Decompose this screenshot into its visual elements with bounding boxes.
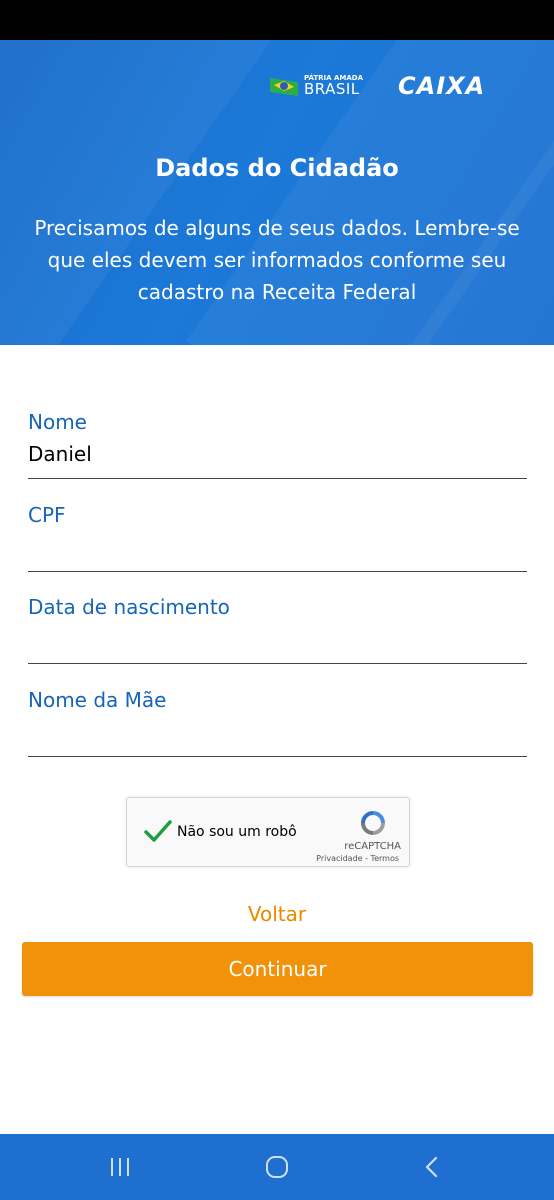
status-bar [0, 0, 554, 40]
home-icon [266, 1156, 288, 1178]
back-icon [425, 1156, 438, 1178]
recaptcha-logo-icon [361, 811, 385, 835]
back-link[interactable]: Voltar [0, 902, 554, 926]
mother-name-field[interactable]: Nome da Mãe [28, 688, 527, 758]
birth-date-field[interactable]: Data de nascimento [28, 595, 527, 665]
system-navigation-bar [0, 1134, 554, 1200]
name-field-value[interactable]: Daniel [28, 442, 92, 466]
caixa-logo: CAIXA [398, 72, 486, 100]
page-title: Dados do Cidadão [155, 154, 399, 182]
recent-apps-button[interactable] [80, 1134, 160, 1200]
recaptcha-links[interactable]: Privacidade - Termos [316, 854, 399, 863]
recent-apps-icon [111, 1158, 129, 1176]
brasil-flag-icon [270, 78, 298, 96]
cpf-field-label: CPF [28, 503, 66, 527]
birth-date-field-label: Data de nascimento [28, 595, 230, 619]
recaptcha-label: Não sou um robô [177, 824, 297, 840]
back-button[interactable] [392, 1134, 472, 1200]
mother-name-field-label: Nome da Mãe [28, 688, 167, 712]
name-field-underline [28, 478, 527, 479]
name-field-label: Nome [28, 410, 87, 434]
checkmark-icon[interactable] [143, 816, 173, 846]
mother-name-field-underline [28, 756, 527, 757]
continue-button-label: Continuar [228, 957, 327, 981]
page-subtitle: Precisamos de alguns de seus dados. Lemb… [34, 216, 520, 304]
cpf-field[interactable]: CPF [28, 503, 527, 573]
cpf-field-underline [28, 571, 527, 572]
recaptcha-widget[interactable]: Não sou um robô reCAPTCHA Privacidade - … [126, 797, 410, 867]
brasil-logo-text: BRASIL [304, 80, 360, 98]
name-field[interactable]: Nome Daniel [28, 410, 527, 480]
recaptcha-brand: reCAPTCHA [344, 841, 401, 852]
brasil-logo: PÁTRIA AMADA BRASIL [268, 74, 363, 98]
continue-button[interactable]: Continuar [22, 942, 533, 996]
home-button[interactable] [237, 1134, 317, 1200]
header-banner: PÁTRIA AMADA BRASIL CAIXA Dados do Cidad… [0, 40, 554, 345]
birth-date-field-underline [28, 663, 527, 664]
